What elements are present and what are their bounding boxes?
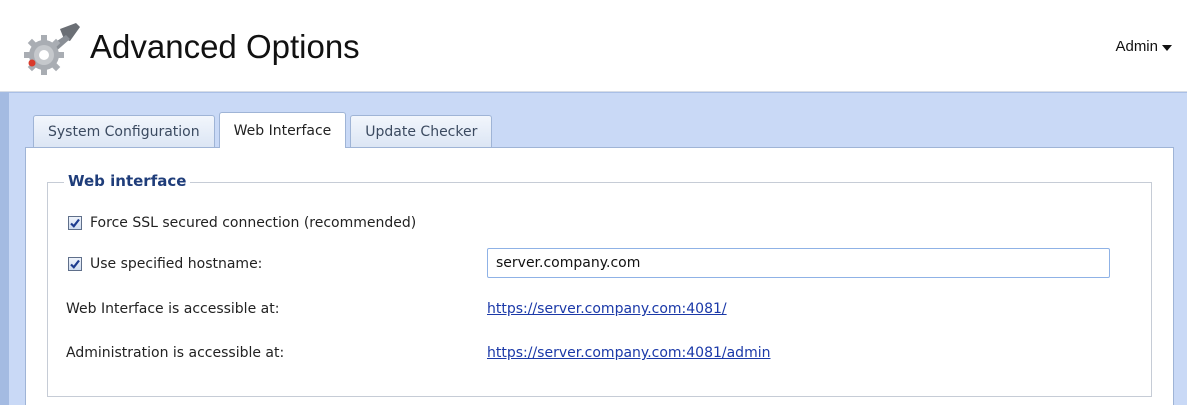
tab-bar: System Configuration Web Interface Updat…	[33, 112, 493, 148]
tab-panel-web-interface: Web interface Force SSL secured connecti…	[25, 147, 1174, 405]
force-ssl-checkbox[interactable]	[68, 216, 82, 230]
user-menu-button[interactable]: Admin	[1115, 38, 1172, 55]
user-menu-label: Admin	[1115, 38, 1158, 55]
use-hostname-checkbox[interactable]	[68, 257, 82, 271]
force-ssl-label: Force SSL secured connection (recommende…	[90, 215, 417, 231]
fieldset-legend: Web interface	[64, 172, 191, 190]
tab-web-interface[interactable]: Web Interface	[218, 112, 347, 148]
tab-system-configuration[interactable]: System Configuration	[33, 115, 215, 148]
left-edge-strip	[0, 92, 9, 405]
web-access-label: Web Interface is accessible at:	[66, 301, 280, 317]
tab-update-checker[interactable]: Update Checker	[350, 115, 493, 148]
page-title: Advanced Options	[90, 28, 360, 65]
advanced-options-page: Advanced Options Admin System Configurat…	[0, 0, 1187, 405]
gear-wrench-icon	[24, 23, 80, 75]
use-hostname-label: Use specified hostname:	[90, 256, 263, 272]
web-access-link[interactable]: https://server.company.com:4081/	[487, 301, 727, 317]
checkmark-icon	[70, 259, 80, 269]
use-hostname-row[interactable]: Use specified hostname:	[68, 253, 262, 275]
checkmark-icon	[70, 218, 80, 228]
admin-access-link[interactable]: https://server.company.com:4081/admin	[487, 345, 770, 361]
hostname-input[interactable]	[487, 248, 1110, 278]
caret-down-icon	[1162, 44, 1172, 51]
admin-access-label: Administration is accessible at:	[66, 345, 285, 361]
force-ssl-row[interactable]: Force SSL secured connection (recommende…	[68, 212, 416, 234]
page-header: Advanced Options Admin	[0, 0, 1187, 92]
